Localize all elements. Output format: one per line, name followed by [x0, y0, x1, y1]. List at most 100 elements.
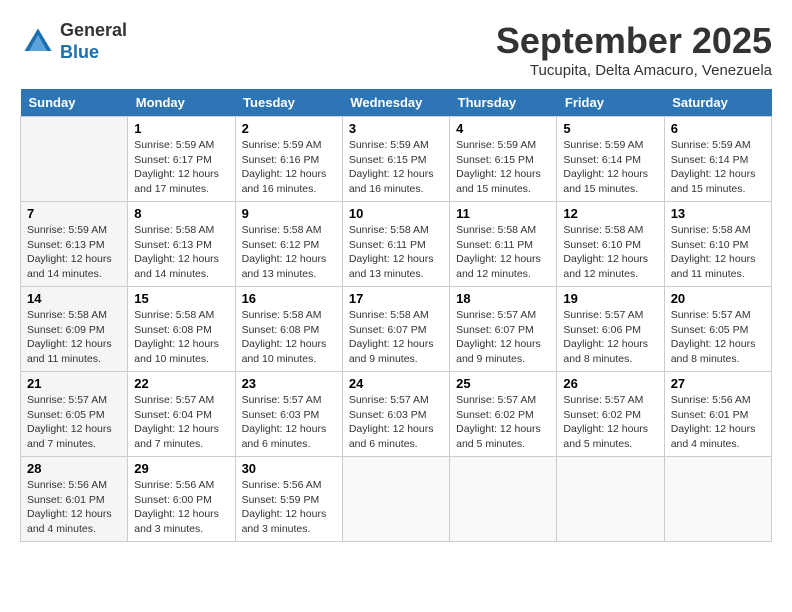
- day-info: Sunrise: 5:57 AMSunset: 6:07 PMDaylight:…: [456, 308, 550, 367]
- day-info: Sunrise: 5:57 AMSunset: 6:04 PMDaylight:…: [134, 393, 228, 452]
- calendar-cell: 3Sunrise: 5:59 AMSunset: 6:15 PMDaylight…: [342, 117, 449, 202]
- day-info: Sunrise: 5:56 AMSunset: 5:59 PMDaylight:…: [242, 478, 336, 537]
- calendar-cell: [664, 457, 771, 542]
- calendar-cell: 29Sunrise: 5:56 AMSunset: 6:00 PMDayligh…: [128, 457, 235, 542]
- weekday-header-saturday: Saturday: [664, 89, 771, 117]
- calendar-cell: 13 Sunrise: 5:58 AMSunset: 6:10 PMDayligh…: [664, 202, 771, 287]
- calendar-cell: 5Sunrise: 5:59 AMSunset: 6:14 PMDaylight…: [557, 117, 664, 202]
- day-info: Sunrise: 5:58 AMSunset: 6:12 PMDaylight:…: [242, 223, 336, 282]
- calendar-cell: 7 Sunrise: 5:59 AMSunset: 6:13 PMDaylight…: [21, 202, 128, 287]
- weekday-header-monday: Monday: [128, 89, 235, 117]
- day-number: 12: [563, 206, 657, 221]
- logo-blue: Blue: [60, 42, 99, 62]
- day-number: 23: [242, 376, 336, 391]
- day-info: Sunrise: 5:57 AMSunset: 6:03 PMDaylight:…: [242, 393, 336, 452]
- day-info: Sunrise: 5:58 AMSunset: 6:08 PMDaylight:…: [134, 308, 228, 367]
- calendar-cell: 6 Sunrise: 5:59 AMSunset: 6:14 PMDaylight…: [664, 117, 771, 202]
- calendar-cell: 28Sunrise: 5:56 AMSunset: 6:01 PMDayligh…: [21, 457, 128, 542]
- weekday-header-friday: Friday: [557, 89, 664, 117]
- day-info: Sunrise: 5:59 AMSunset: 6:13 PMDaylight:…: [27, 223, 121, 282]
- calendar-cell: 22 Sunrise: 5:57 AMSunset: 6:04 PMDayligh…: [128, 372, 235, 457]
- day-number: 7: [27, 206, 121, 221]
- day-number: 15: [134, 291, 228, 306]
- page-header: General Blue September 2025 Tucupita, De…: [20, 20, 772, 79]
- month-title: September 2025: [496, 20, 772, 62]
- day-info: Sunrise: 5:57 AMSunset: 6:03 PMDaylight:…: [349, 393, 443, 452]
- weekday-header-thursday: Thursday: [450, 89, 557, 117]
- logo-text: General Blue: [60, 20, 127, 63]
- calendar-cell: [21, 117, 128, 202]
- calendar-cell: [342, 457, 449, 542]
- calendar-cell: 24 Sunrise: 5:57 AMSunset: 6:03 PMDayligh…: [342, 372, 449, 457]
- logo-general: General: [60, 20, 127, 40]
- day-info: Sunrise: 5:59 AMSunset: 6:14 PMDaylight:…: [563, 138, 657, 197]
- day-number: 29: [134, 461, 228, 476]
- weekday-header-sunday: Sunday: [21, 89, 128, 117]
- day-number: 18: [456, 291, 550, 306]
- day-number: 11: [456, 206, 550, 221]
- day-number: 25: [456, 376, 550, 391]
- week-row-5: 28Sunrise: 5:56 AMSunset: 6:01 PMDayligh…: [21, 457, 772, 542]
- day-number: 8: [134, 206, 228, 221]
- calendar-cell: 1 Sunrise: 5:59 AMSunset: 6:17 PMDaylight…: [128, 117, 235, 202]
- day-number: 28: [27, 461, 121, 476]
- calendar-cell: 11 Sunrise: 5:58 AMSunset: 6:11 PMDayligh…: [450, 202, 557, 287]
- day-number: 13: [671, 206, 765, 221]
- calendar-cell: 19Sunrise: 5:57 AMSunset: 6:06 PMDayligh…: [557, 287, 664, 372]
- day-info: Sunrise: 5:58 AMSunset: 6:07 PMDaylight:…: [349, 308, 443, 367]
- weekday-header-wednesday: Wednesday: [342, 89, 449, 117]
- day-number: 20: [671, 291, 765, 306]
- day-number: 21: [27, 376, 121, 391]
- day-number: 26: [563, 376, 657, 391]
- day-number: 10: [349, 206, 443, 221]
- calendar-cell: 26Sunrise: 5:57 AMSunset: 6:02 PMDayligh…: [557, 372, 664, 457]
- week-row-2: 7 Sunrise: 5:59 AMSunset: 6:13 PMDaylight…: [21, 202, 772, 287]
- day-info: Sunrise: 5:58 AMSunset: 6:11 PMDaylight:…: [456, 223, 550, 282]
- calendar-cell: 25 Sunrise: 5:57 AMSunset: 6:02 PMDayligh…: [450, 372, 557, 457]
- day-number: 19: [563, 291, 657, 306]
- day-info: Sunrise: 5:57 AMSunset: 6:05 PMDaylight:…: [27, 393, 121, 452]
- location: Tucupita, Delta Amacuro, Venezuela: [496, 62, 772, 79]
- day-number: 2: [242, 121, 336, 136]
- day-info: Sunrise: 5:56 AMSunset: 6:01 PMDaylight:…: [671, 393, 765, 452]
- day-number: 22: [134, 376, 228, 391]
- weekday-header-tuesday: Tuesday: [235, 89, 342, 117]
- day-number: 6: [671, 121, 765, 136]
- week-row-3: 14 Sunrise: 5:58 AMSunset: 6:09 PMDayligh…: [21, 287, 772, 372]
- day-info: Sunrise: 5:57 AMSunset: 6:05 PMDaylight:…: [671, 308, 765, 367]
- calendar-cell: 20 Sunrise: 5:57 AMSunset: 6:05 PMDayligh…: [664, 287, 771, 372]
- calendar-cell: 12 Sunrise: 5:58 AMSunset: 6:10 PMDayligh…: [557, 202, 664, 287]
- week-row-4: 21 Sunrise: 5:57 AMSunset: 6:05 PMDayligh…: [21, 372, 772, 457]
- day-info: Sunrise: 5:58 AMSunset: 6:11 PMDaylight:…: [349, 223, 443, 282]
- calendar-cell: [450, 457, 557, 542]
- day-info: Sunrise: 5:58 AMSunset: 6:09 PMDaylight:…: [27, 308, 121, 367]
- day-info: Sunrise: 5:57 AMSunset: 6:02 PMDaylight:…: [456, 393, 550, 452]
- title-section: September 2025 Tucupita, Delta Amacuro, …: [496, 20, 772, 79]
- calendar-cell: 4 Sunrise: 5:59 AMSunset: 6:15 PMDaylight…: [450, 117, 557, 202]
- calendar-cell: 8 Sunrise: 5:58 AMSunset: 6:13 PMDaylight…: [128, 202, 235, 287]
- calendar-cell: 23 Sunrise: 5:57 AMSunset: 6:03 PMDayligh…: [235, 372, 342, 457]
- day-number: 1: [134, 121, 228, 136]
- calendar-cell: 14 Sunrise: 5:58 AMSunset: 6:09 PMDayligh…: [21, 287, 128, 372]
- day-info: Sunrise: 5:59 AMSunset: 6:15 PMDaylight:…: [456, 138, 550, 197]
- day-number: 3: [349, 121, 443, 136]
- logo: General Blue: [20, 20, 127, 63]
- day-info: Sunrise: 5:58 AMSunset: 6:10 PMDaylight:…: [671, 223, 765, 282]
- calendar-cell: 30 Sunrise: 5:56 AMSunset: 5:59 PMDayligh…: [235, 457, 342, 542]
- day-number: 24: [349, 376, 443, 391]
- day-info: Sunrise: 5:58 AMSunset: 6:08 PMDaylight:…: [242, 308, 336, 367]
- day-info: Sunrise: 5:59 AMSunset: 6:14 PMDaylight:…: [671, 138, 765, 197]
- day-number: 4: [456, 121, 550, 136]
- day-number: 17: [349, 291, 443, 306]
- day-info: Sunrise: 5:58 AMSunset: 6:13 PMDaylight:…: [134, 223, 228, 282]
- calendar-cell: [557, 457, 664, 542]
- calendar-cell: 27Sunrise: 5:56 AMSunset: 6:01 PMDayligh…: [664, 372, 771, 457]
- day-info: Sunrise: 5:58 AMSunset: 6:10 PMDaylight:…: [563, 223, 657, 282]
- calendar-cell: 15 Sunrise: 5:58 AMSunset: 6:08 PMDayligh…: [128, 287, 235, 372]
- day-number: 9: [242, 206, 336, 221]
- day-number: 30: [242, 461, 336, 476]
- day-number: 14: [27, 291, 121, 306]
- calendar-cell: 17 Sunrise: 5:58 AMSunset: 6:07 PMDayligh…: [342, 287, 449, 372]
- calendar-cell: 9 Sunrise: 5:58 AMSunset: 6:12 PMDaylight…: [235, 202, 342, 287]
- day-info: Sunrise: 5:59 AMSunset: 6:17 PMDaylight:…: [134, 138, 228, 197]
